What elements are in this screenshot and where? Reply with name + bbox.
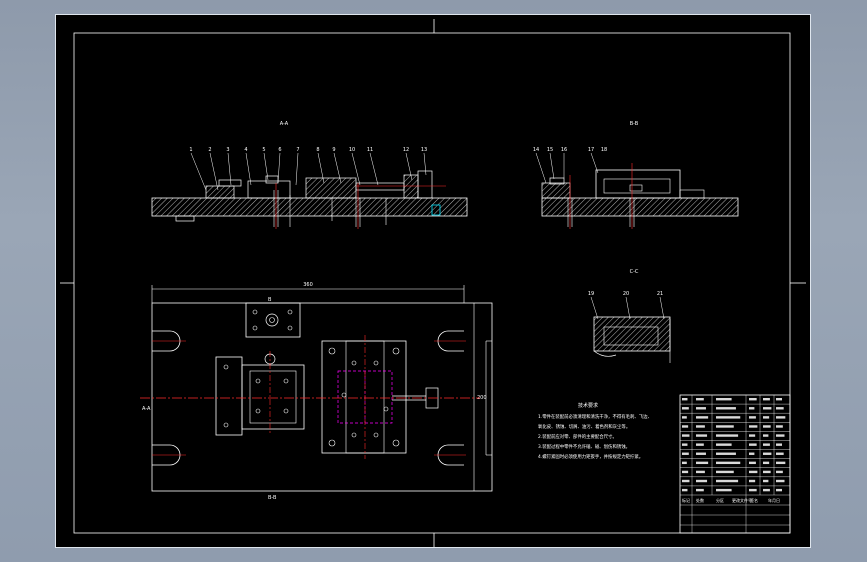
side-part-numbers: 14 15 16 17 18 (533, 147, 607, 153)
main-part-numbers: 1 2 3 4 5 6 7 8 9 10 11 12 13 (189, 147, 427, 153)
part-number-label: 15 (547, 147, 553, 153)
detail-section-title: C-C (630, 269, 639, 275)
part-number-label: 3 (226, 147, 229, 153)
technical-requirements: 技术要求 1.零件在装配前必须清理和清洗干净，不得有毛刺、飞边、 氧化皮、锈蚀、… (538, 402, 652, 460)
part-number-label: 18 (601, 147, 607, 153)
title-block-label: 标记 (682, 497, 690, 503)
side-section-title: B-B (630, 121, 639, 127)
part-number-label: 20 (623, 291, 629, 297)
title-block-label: 分区 (716, 497, 724, 503)
part-number-label: 16 (561, 147, 567, 153)
drawing-canvas: A-A 1 2 3 4 5 6 7 8 9 10 11 12 13 B-B 14… (60, 19, 806, 547)
requirements-title: 技术要求 (578, 402, 598, 409)
plan-bottom-label: B-B (268, 495, 277, 501)
plan-top-dimension: 360 (303, 282, 313, 288)
plan-view: 360 200 B A-A B-B (140, 282, 493, 501)
part-number-label: 6 (278, 147, 281, 153)
part-number-label: 13 (421, 147, 427, 153)
main-section-view: A-A 1 2 3 4 5 6 7 8 9 10 11 12 13 (151, 121, 468, 229)
title-block-label: 处数 (696, 497, 704, 503)
part-number-label: 9 (332, 147, 335, 153)
requirement-line: 2.装配前应对零、部件的主要配合尺寸。 (538, 433, 617, 440)
title-block-labels: 标记 处数 分区 更改文件号签名 年月日 (682, 497, 780, 503)
requirement-line: 1.零件在装配前必须清理和清洗干净，不得有毛刺、飞边、 (538, 413, 652, 420)
detail-part-numbers: 19 20 21 (588, 291, 663, 297)
part-number-label: 10 (349, 147, 355, 153)
part-number-label: 12 (403, 147, 409, 153)
part-number-label: 4 (244, 147, 247, 153)
requirement-line: 氧化皮、锈蚀、切屑、油污、着色剂和灰尘等。 (538, 423, 630, 430)
part-number-label: 11 (367, 147, 373, 153)
title-block-label: 签名 (750, 497, 758, 503)
cad-viewport[interactable]: A-A 1 2 3 4 5 6 7 8 9 10 11 12 13 B-B 14… (55, 14, 811, 548)
requirement-line: 4.螺钉紧固时必须使用力矩扳手，并按规定力矩拧紧。 (538, 453, 643, 460)
title-block-label: 更改文件号 (732, 497, 752, 503)
side-section-view: B-B 14 15 16 17 18 (533, 121, 739, 229)
part-number-label: 1 (189, 147, 192, 153)
part-number-label: 2 (208, 147, 211, 153)
requirement-line: 3.装配过程中零件不允许磕、碰、划伤和锈蚀。 (538, 443, 630, 450)
part-number-label: 17 (588, 147, 594, 153)
detail-section-view: C-C 19 20 21 (588, 269, 671, 363)
plan-left-label: A-A (142, 406, 151, 412)
part-number-label: 14 (533, 147, 539, 153)
part-number-label: 21 (657, 291, 663, 297)
plan-top-cut-label: B (268, 297, 272, 303)
title-block: 标记 处数 分区 更改文件号签名 年月日 (679, 394, 791, 534)
part-number-label: 19 (588, 291, 594, 297)
part-number-label: 7 (296, 147, 299, 153)
title-block-label: 年月日 (768, 497, 780, 503)
main-section-title: A-A (280, 121, 289, 127)
part-number-label: 5 (262, 147, 265, 153)
part-number-label: 8 (316, 147, 319, 153)
